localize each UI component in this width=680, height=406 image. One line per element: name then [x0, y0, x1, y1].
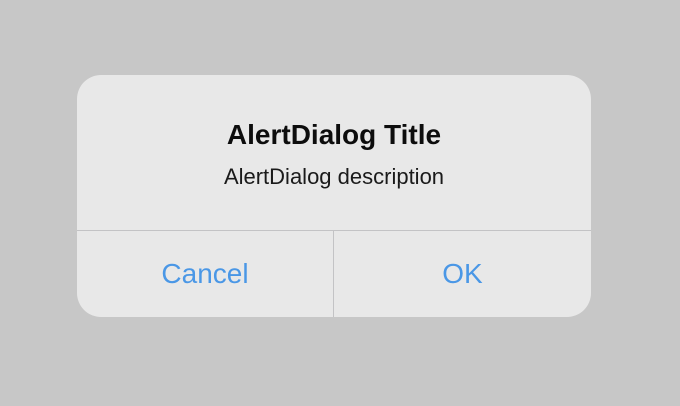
cancel-button[interactable]: Cancel — [77, 231, 333, 317]
alert-dialog: AlertDialog Title AlertDialog descriptio… — [77, 75, 591, 317]
alert-dialog-content: AlertDialog Title AlertDialog descriptio… — [77, 75, 591, 231]
ok-button[interactable]: OK — [334, 231, 591, 317]
alert-dialog-description: AlertDialog description — [223, 164, 445, 189]
alert-dialog-title: AlertDialog Title — [226, 119, 442, 150]
screen-backdrop: AlertDialog Title AlertDialog descriptio… — [0, 0, 680, 406]
